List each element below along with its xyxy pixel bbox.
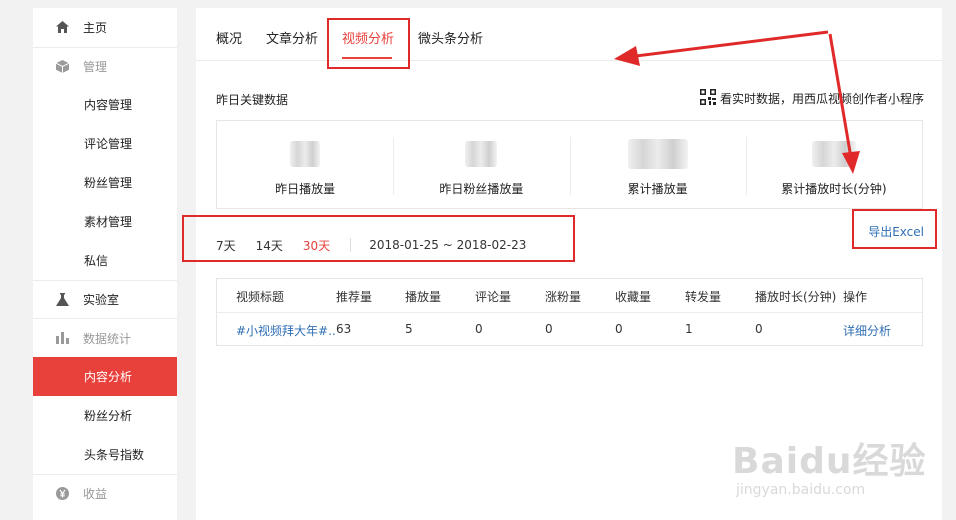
tab-overview[interactable]: 概况: [216, 28, 242, 47]
blurred-value: [465, 141, 498, 167]
table-cell: 0: [475, 322, 483, 336]
sidebar-item-content-analysis[interactable]: 内容分析: [33, 357, 177, 396]
realtime-data-text: 看实时数据，用西瓜视频创作者小程序: [719, 92, 924, 106]
table-cell: 1: [685, 322, 693, 336]
stat-label: 累计播放量: [627, 182, 688, 196]
section-title: 昨日关键数据: [216, 93, 289, 107]
realtime-data-link[interactable]: 看实时数据，用西瓜视频创作者小程序: [699, 89, 924, 108]
table-cell: 0: [755, 322, 763, 336]
tab-article-analysis[interactable]: 文章分析: [266, 28, 318, 47]
stat-label: 昨日播放量: [275, 182, 336, 196]
sidebar-item-home[interactable]: 主页: [33, 8, 177, 47]
stat-label: 累计播放时长(分钟): [781, 182, 887, 196]
sidebar-item-comment-manage[interactable]: 评论管理: [33, 124, 177, 163]
sidebar-item-label: 实验室: [83, 292, 120, 307]
table-cell: 63: [336, 322, 352, 336]
sidebar-item-lab[interactable]: 实验室: [33, 279, 177, 319]
table-cell: 0: [545, 322, 553, 336]
yen-icon: [55, 486, 69, 500]
stat-total-plays: 累计播放量: [569, 121, 746, 208]
column-header: 播放时长(分钟): [755, 290, 837, 304]
annotation-box-export: [852, 209, 937, 249]
column-header: 收藏量: [615, 290, 652, 304]
sidebar-item-label: 主页: [83, 20, 108, 35]
column-header: 涨粉量: [545, 290, 582, 304]
video-title-link[interactable]: #小视频拜大年#...: [236, 322, 336, 339]
qr-code-icon: [699, 89, 716, 108]
column-header: 播放量: [405, 290, 442, 304]
column-header: 评论量: [475, 290, 512, 304]
sidebar-item-label: 内容分析: [84, 370, 133, 385]
baidu-jingyan-watermark: Baidu经验 jingyan.baidu.com: [732, 432, 926, 498]
blurred-value: [811, 141, 856, 167]
stat-total-play-minutes: 累计播放时长(分钟): [745, 121, 922, 208]
tab-micro-headline-analysis[interactable]: 微头条分析: [418, 28, 483, 47]
sidebar-item-messages[interactable]: 私信: [33, 241, 177, 280]
key-stats-panel: 昨日播放量 昨日粉丝播放量 累计播放量 累计播放时长(分钟): [216, 120, 923, 209]
sidebar-item-label: 粉丝管理: [84, 176, 133, 191]
blurred-value: [627, 139, 688, 169]
sidebar-item-label: 收益: [83, 486, 108, 501]
column-header: 转发量: [685, 290, 722, 304]
sidebar-item-label: 粉丝分析: [84, 408, 133, 423]
sidebar-item-label: 私信: [84, 253, 109, 268]
column-header: 推荐量: [336, 290, 373, 304]
sidebar-item-data-stats[interactable]: 数据统计: [33, 318, 177, 357]
sidebar-item-label: 数据统计: [83, 331, 132, 346]
video-data-table: 视频标题 推荐量 播放量 评论量 涨粉量 收藏量 转发量 播放时长(分钟) 操作…: [216, 278, 923, 346]
annotation-box-date-range: [182, 215, 575, 262]
home-icon: [55, 20, 69, 34]
cube-icon: [55, 60, 69, 74]
sidebar-item-account-index[interactable]: 头条号指数: [33, 435, 177, 474]
blurred-value: [290, 141, 321, 167]
tab-bar: 概况 文章分析 视频分析 微头条分析: [196, 8, 942, 61]
sidebar-item-label: 内容管理: [84, 98, 133, 113]
sidebar-item-fans-manage[interactable]: 粉丝管理: [33, 163, 177, 202]
watermark-logo: Baidu经验: [732, 441, 927, 482]
sidebar-item-income[interactable]: 收益: [33, 473, 177, 513]
stat-yesterday-fan-plays: 昨日粉丝播放量: [393, 121, 569, 208]
detail-analysis-link[interactable]: 详细分析: [843, 322, 891, 339]
stat-yesterday-plays: 昨日播放量: [217, 121, 393, 208]
table-header-row: 视频标题 推荐量 播放量 评论量 涨粉量 收藏量 转发量 播放时长(分钟) 操作: [217, 279, 922, 313]
sidebar: 主页 管理 内容管理 评论管理 粉丝管理 素材管理 私信 实验室 数据统计 内容…: [33, 8, 177, 520]
sidebar-item-label: 评论管理: [84, 137, 133, 152]
sidebar-item-manage[interactable]: 管理: [33, 46, 177, 86]
sidebar-item-fans-analysis[interactable]: 粉丝分析: [33, 396, 177, 435]
sidebar-item-label: 头条号指数: [84, 447, 145, 462]
annotation-box-video-tab: [327, 18, 410, 69]
watermark-url: jingyan.baidu.com: [736, 482, 866, 498]
sidebar-item-material-manage[interactable]: 素材管理: [33, 202, 177, 241]
stat-label: 昨日粉丝播放量: [439, 182, 524, 196]
sidebar-item-label: 管理: [83, 60, 108, 75]
column-header: 操作: [843, 290, 868, 304]
table-cell: 0: [615, 322, 623, 336]
table-cell: 5: [405, 322, 413, 336]
table-row: #小视频拜大年#... 63 5 0 0 0 1 0 详细分析: [217, 313, 922, 346]
sidebar-item-label: 素材管理: [84, 214, 133, 229]
flask-icon: [55, 292, 69, 306]
sidebar-item-content-manage[interactable]: 内容管理: [33, 86, 177, 125]
column-header: 视频标题: [236, 290, 285, 304]
bar-chart-icon: [55, 331, 69, 345]
